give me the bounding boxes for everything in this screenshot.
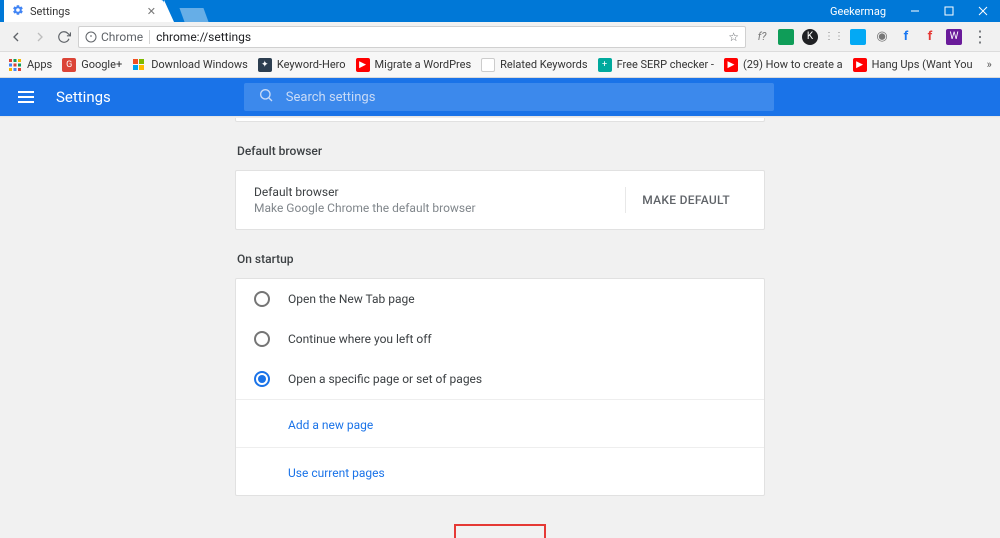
search-input[interactable] (286, 90, 760, 105)
reload-button[interactable] (54, 27, 74, 47)
search-settings[interactable] (244, 83, 774, 111)
bookmark-label: Download Windows (151, 58, 248, 71)
section-default-browser: Default browser (237, 144, 765, 158)
browser-toolbar: Chrome chrome://settings ☆ f? K ⋮⋮ ◉ f f… (0, 22, 1000, 52)
page-icon (481, 58, 495, 72)
bookmark-migrate-wp[interactable]: ▶ Migrate a WordPres (356, 58, 472, 72)
tab-settings[interactable]: Settings ✕ (4, 0, 164, 22)
advanced-toggle[interactable]: Advanced ▾ (454, 524, 546, 538)
prev-card-edge (235, 118, 765, 122)
default-browser-title: Default browser (254, 185, 625, 199)
profile-name: Geekermag (826, 5, 898, 18)
youtube-icon: ▶ (853, 58, 867, 72)
close-window-button[interactable] (966, 0, 1000, 22)
radio-row-continue[interactable]: Continue where you left off (236, 319, 764, 359)
bookmark-download-windows[interactable]: Download Windows (132, 58, 248, 72)
minimize-button[interactable] (898, 0, 932, 22)
search-icon (258, 87, 274, 107)
serp-icon: + (598, 58, 612, 72)
bookmark-serp-checker[interactable]: + Free SERP checker - (598, 58, 714, 72)
back-button[interactable] (6, 27, 26, 47)
omnibox[interactable]: Chrome chrome://settings ☆ (78, 26, 746, 48)
tab-strip: Settings ✕ (0, 0, 206, 22)
bookmark-label: Google+ (81, 58, 122, 71)
bookmark-apps[interactable]: Apps (8, 58, 52, 72)
bookmark-label: (29) How to create a (743, 58, 843, 71)
security-indicator: Chrome (85, 30, 150, 44)
make-default-button[interactable]: MAKE DEFAULT (625, 187, 746, 213)
bookmark-googleplus[interactable]: G Google+ (62, 58, 122, 72)
url-text: chrome://settings (156, 30, 251, 44)
gear-icon (12, 4, 24, 19)
ext-icon-green[interactable] (778, 29, 794, 45)
bookmark-keyword-hero[interactable]: ✦ Keyword-Hero (258, 58, 346, 72)
card-default-browser: Default browser Make Google Chrome the d… (235, 170, 765, 230)
extension-icons: f? K ⋮⋮ ◉ f f W ⋮ (750, 27, 994, 47)
radio-button[interactable] (254, 291, 270, 307)
windows-icon (132, 58, 146, 72)
page-title: Settings (56, 88, 111, 106)
bookmark-label: Keyword-Hero (277, 58, 346, 71)
ext-icon-purple[interactable]: W (946, 29, 962, 45)
radio-row-specific[interactable]: Open a specific page or set of pages (236, 359, 764, 399)
content-area: Default browser Default browser Make Goo… (0, 116, 1000, 538)
bookmark-label: Free SERP checker - (617, 58, 714, 71)
maximize-button[interactable] (932, 0, 966, 22)
forward-button[interactable] (30, 27, 50, 47)
add-page-link[interactable]: Add a new page (288, 418, 373, 432)
bookmark-star-icon[interactable]: ☆ (728, 30, 739, 44)
ext-icon-fonts[interactable]: f? (754, 29, 770, 45)
section-on-startup: On startup (237, 252, 765, 266)
radio-label: Open the New Tab page (288, 292, 415, 306)
use-current-link[interactable]: Use current pages (288, 466, 385, 480)
bookmark-label: Hang Ups (Want You (872, 58, 973, 71)
bookmark-how-to-create[interactable]: ▶ (29) How to create a (724, 58, 843, 72)
radio-label: Continue where you left off (288, 332, 432, 346)
youtube-icon: ▶ (724, 58, 738, 72)
bookmark-label: Migrate a WordPres (375, 58, 472, 71)
new-tab-button[interactable] (179, 8, 208, 22)
tab-title: Settings (30, 5, 70, 18)
link-add-page-row: Add a new page (236, 399, 764, 447)
ext-icon-grid[interactable]: ⋮⋮ (826, 29, 842, 45)
bookmark-label: Related Keywords (500, 58, 587, 71)
radio-button[interactable] (254, 371, 270, 387)
ext-icon-blue[interactable] (850, 29, 866, 45)
ext-icon-facebook[interactable]: f (898, 29, 914, 45)
ext-icon-f-red[interactable]: f (922, 29, 938, 45)
settings-header: Settings (0, 78, 1000, 116)
window-titlebar: Settings ✕ Geekermag (0, 0, 1000, 22)
bookmarks-bar: Apps G Google+ Download Windows ✦ Keyword-… (0, 52, 1000, 78)
menu-icon[interactable] (18, 87, 38, 107)
bookmark-overflow[interactable]: » (983, 58, 996, 71)
radio-row-newtab[interactable]: Open the New Tab page (236, 279, 764, 319)
security-label: Chrome (101, 30, 143, 44)
window-controls (898, 0, 1000, 22)
card-on-startup: Open the New Tab page Continue where you… (235, 278, 765, 496)
close-icon[interactable]: ✕ (147, 5, 156, 18)
bookmark-hang-ups[interactable]: ▶ Hang Ups (Want You (853, 58, 973, 72)
keyword-hero-icon: ✦ (258, 58, 272, 72)
googleplus-icon: G (62, 58, 76, 72)
radio-button[interactable] (254, 331, 270, 347)
link-use-current-row: Use current pages (236, 447, 764, 495)
menu-icon[interactable]: ⋮ (970, 27, 990, 47)
bookmark-label: Apps (27, 58, 52, 71)
youtube-icon: ▶ (356, 58, 370, 72)
ext-icon-camera[interactable]: ◉ (874, 29, 890, 45)
apps-icon (8, 58, 22, 72)
radio-label: Open a specific page or set of pages (288, 372, 482, 386)
default-browser-sub: Make Google Chrome the default browser (254, 201, 625, 215)
ext-icon-k[interactable]: K (802, 29, 818, 45)
bookmark-related-keywords[interactable]: Related Keywords (481, 58, 587, 72)
